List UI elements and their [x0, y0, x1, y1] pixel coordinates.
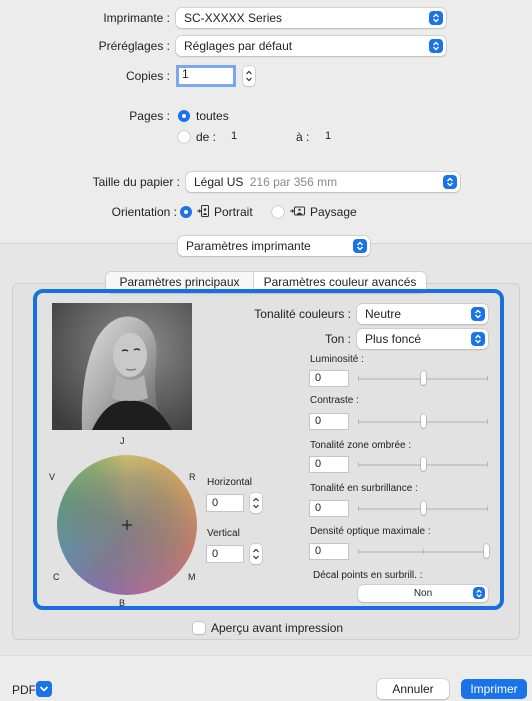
chevron-updown-icon: [429, 39, 443, 53]
chevron-updown-icon: [473, 587, 485, 599]
tone-color-label: Tonalité couleurs :: [254, 307, 351, 321]
slider-label: Luminosité :: [310, 354, 364, 365]
footer-divider: [0, 655, 532, 656]
tab-advanced-color-label: Paramètres couleur avancés: [263, 275, 417, 289]
wheel-label-left: V: [49, 472, 56, 482]
slider-tick: [423, 549, 424, 554]
pages-to-field[interactable]: 1: [320, 128, 375, 147]
wheel-label-bottom: B: [119, 598, 126, 608]
slider-value-field[interactable]: 0: [309, 370, 349, 387]
tone-value: Plus foncé: [365, 332, 422, 346]
pages-all-label: toutes: [196, 109, 229, 123]
section-popup-value: Paramètres imprimante: [186, 239, 311, 253]
tab-main-settings-label: Paramètres principaux: [119, 275, 240, 289]
copies-stepper[interactable]: [243, 66, 255, 86]
highlight-dots-value: Non: [413, 588, 433, 599]
copies-field[interactable]: 1: [176, 65, 236, 87]
slider-value-field[interactable]: 0: [309, 500, 349, 517]
pages-to-label: à :: [296, 130, 310, 144]
slider-tick: [358, 462, 359, 467]
slider-knob[interactable]: [421, 414, 426, 428]
pages-from-label: de :: [196, 130, 217, 144]
wheel-label-bottom-left: C: [53, 572, 60, 582]
slider-tick: [358, 549, 359, 554]
slider-tick: [358, 419, 359, 424]
tone-color-popup[interactable]: Neutre: [357, 304, 488, 324]
orientation-portrait-label: Portrait: [214, 205, 253, 219]
print-button[interactable]: Imprimer: [461, 679, 527, 699]
pages-label: Pages :: [129, 109, 170, 123]
slider-tick: [487, 462, 488, 467]
slider-knob[interactable]: [421, 371, 426, 385]
slider-label: Tonalité en surbrillance :: [310, 483, 418, 494]
slider-knob[interactable]: [421, 457, 426, 471]
wheel-label-top: J: [120, 436, 125, 446]
color-wheel[interactable]: [57, 455, 197, 595]
paper-size-label: Taille du papier :: [92, 175, 180, 189]
presets-popup[interactable]: Réglages par défaut: [176, 36, 446, 56]
paper-size-value: Légal US: [194, 175, 244, 189]
chevron-updown-icon: [353, 239, 367, 253]
preview-checkbox-label: Aperçu avant impression: [211, 621, 344, 635]
tone-popup[interactable]: Plus foncé: [357, 329, 488, 349]
print-button-label: Imprimer: [470, 682, 518, 696]
orientation-label: Orientation :: [111, 205, 177, 219]
orientation-landscape-radio[interactable]: [272, 206, 284, 218]
vertical-label: Vertical: [207, 528, 240, 539]
wheel-label-bottom-right: M: [188, 572, 196, 582]
slider-tick: [358, 376, 359, 381]
horizontal-field[interactable]: 0: [206, 494, 244, 512]
pages-range-radio[interactable]: [178, 131, 190, 143]
slider-knob[interactable]: [421, 501, 426, 515]
crosshair-icon: [122, 520, 132, 530]
slider-value-field[interactable]: 0: [309, 543, 349, 560]
chevron-updown-icon: [443, 175, 457, 189]
chevron-updown-icon: [471, 332, 485, 346]
pdf-menu-button[interactable]: [36, 681, 52, 697]
slider-tick: [487, 506, 488, 511]
pages-all-radio[interactable]: [178, 110, 190, 122]
highlight-dots-popup[interactable]: Non: [358, 585, 488, 602]
chevron-updown-icon: [429, 11, 443, 25]
printer-popup[interactable]: SC-XXXXX Series: [176, 8, 446, 28]
vertical-field[interactable]: 0: [206, 545, 244, 563]
tone-color-value: Neutre: [365, 307, 402, 321]
pages-from-field[interactable]: 1: [226, 128, 281, 147]
presets-value: Réglages par défaut: [184, 39, 293, 53]
landscape-icon: [289, 204, 305, 221]
slider-value-field[interactable]: 0: [309, 413, 349, 430]
vertical-stepper[interactable]: [250, 544, 262, 564]
cancel-button[interactable]: Annuler: [377, 679, 449, 699]
pdf-label: PDF: [12, 683, 36, 697]
section-popup[interactable]: Paramètres imprimante: [178, 236, 370, 256]
slider-value-field[interactable]: 0: [309, 456, 349, 473]
portrait-icon: [196, 204, 210, 221]
slider-tick: [487, 376, 488, 381]
cancel-button-label: Annuler: [392, 682, 434, 696]
copies-label: Copies :: [125, 69, 170, 83]
preview-checkbox[interactable]: [193, 622, 205, 634]
tone-label: Ton :: [324, 332, 351, 346]
paper-size-detail: 216 par 356 mm: [249, 175, 338, 189]
printer-label: Imprimante :: [103, 11, 170, 25]
horizontal-stepper[interactable]: [250, 493, 262, 513]
chevron-down-icon: [39, 686, 49, 692]
presets-label: Préréglages :: [98, 39, 170, 53]
slider-label: Densité optique maximale :: [310, 526, 431, 537]
chevron-updown-icon: [471, 307, 485, 321]
printer-value: SC-XXXXX Series: [184, 11, 283, 25]
highlight-dots-label: Décal points en surbrill. :: [313, 570, 423, 581]
slider-knob[interactable]: [484, 544, 489, 558]
wheel-label-right: R: [189, 472, 196, 482]
slider-tick: [358, 506, 359, 511]
paper-size-popup[interactable]: Légal US 216 par 356 mm: [186, 172, 460, 192]
slider-tick: [487, 419, 488, 424]
slider-label: Tonalité zone ombrée :: [310, 440, 412, 451]
slider-label: Contraste :: [310, 395, 359, 406]
orientation-portrait-radio[interactable]: [180, 206, 192, 218]
horizontal-label: Horizontal: [207, 477, 253, 488]
orientation-landscape-label: Paysage: [310, 205, 357, 219]
preview-photo: [52, 303, 192, 430]
